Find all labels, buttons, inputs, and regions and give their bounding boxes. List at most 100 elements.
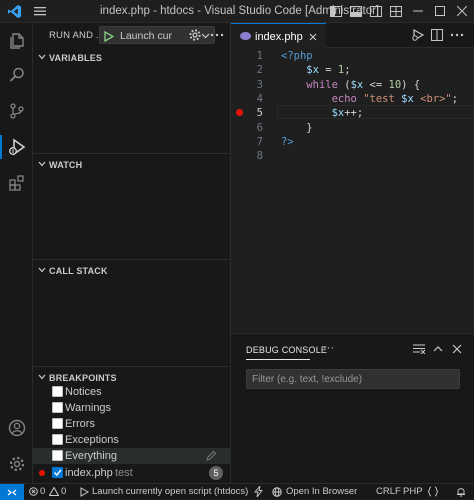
- breakpoints-title: BREAKPOINTS: [49, 373, 117, 383]
- accounts-icon[interactable]: [0, 412, 33, 444]
- layout-sidebar-icon[interactable]: [327, 3, 345, 19]
- checkbox[interactable]: [52, 418, 63, 429]
- line-number: 4: [256, 92, 263, 105]
- more-actions-icon[interactable]: [450, 28, 464, 42]
- errors-count[interactable]: 0: [40, 486, 45, 497]
- run-file-icon[interactable]: [411, 28, 425, 42]
- more-actions-icon[interactable]: [209, 28, 225, 42]
- line-number: 6: [256, 121, 263, 134]
- layout-secondary-icon[interactable]: [367, 3, 385, 19]
- warnings-icon[interactable]: [49, 487, 59, 496]
- run-debug-icon[interactable]: [0, 131, 33, 163]
- braces-icon[interactable]: [427, 486, 439, 497]
- variables-title: VARIABLES: [49, 53, 103, 63]
- edit-pencil-icon[interactable]: [205, 450, 217, 462]
- breakpoint-line-badge: 5: [209, 466, 223, 480]
- line-number: 8: [256, 150, 263, 163]
- tab-label: index.php: [255, 31, 303, 43]
- debug-console-panel: DEBUG CONSOLE ··· Filter (e.g. text, !ex…: [231, 333, 474, 483]
- maximize-panel-icon[interactable]: [432, 344, 444, 354]
- code-line[interactable]: <?php: [281, 50, 313, 62]
- code-line[interactable]: echo "test $x <br>";: [281, 93, 458, 105]
- run-debug-sidebar: RUN AND ... Launch cur VARIABLES WATCH C…: [33, 23, 231, 483]
- configure-gear-icon[interactable]: [188, 28, 202, 42]
- vscode-logo: [7, 4, 22, 19]
- eol-indicator[interactable]: CRLF: [376, 486, 401, 497]
- breakpoint-label: Errors: [65, 418, 95, 430]
- remote-indicator-icon[interactable]: [0, 484, 24, 500]
- extensions-icon[interactable]: [0, 167, 33, 199]
- tab-index-php[interactable]: index.php: [231, 23, 326, 48]
- php-file-icon: [240, 32, 251, 40]
- warnings-count[interactable]: 0: [61, 486, 66, 497]
- tab-debug-console[interactable]: DEBUG CONSOLE: [246, 345, 327, 355]
- watch-section-header[interactable]: WATCH: [33, 153, 231, 175]
- line-number: 2: [256, 64, 263, 77]
- breakpoint-file: index.php: [65, 467, 113, 479]
- launch-config-label: Launch cur: [120, 30, 172, 42]
- explorer-icon[interactable]: [0, 25, 33, 57]
- breakpoint-exceptions[interactable]: Exceptions: [33, 432, 231, 448]
- layout-panel-icon[interactable]: [347, 3, 365, 19]
- checkbox[interactable]: [52, 402, 63, 413]
- checkbox-checked[interactable]: [52, 467, 63, 478]
- breakpoint-label: Everything: [65, 450, 117, 462]
- breakpoint-dot-icon: [39, 470, 45, 476]
- errors-icon[interactable]: [29, 487, 38, 496]
- lightning-icon[interactable]: [254, 486, 263, 497]
- close-tab-icon[interactable]: [307, 31, 319, 43]
- line-number: 1: [256, 50, 263, 62]
- breakpoint-everything[interactable]: Everything: [33, 448, 231, 464]
- line-number: 7: [256, 135, 263, 148]
- checkbox[interactable]: [52, 386, 63, 397]
- start-debugging-icon[interactable]: [102, 29, 116, 43]
- breakpoint-label: Notices: [65, 386, 102, 398]
- code-line[interactable]: while ($x <= 10) {: [281, 79, 420, 91]
- active-tab-indicator: [246, 359, 310, 360]
- chevron-down-icon: [37, 265, 47, 275]
- search-icon[interactable]: [0, 59, 33, 91]
- browser-icon[interactable]: [272, 487, 282, 497]
- call-stack-section-header[interactable]: CALL STACK: [33, 259, 231, 281]
- breakpoint-label: Warnings: [65, 402, 112, 414]
- title-bar: index.php - htdocs - Visual Studio Code …: [0, 0, 474, 23]
- split-editor-icon[interactable]: [430, 28, 444, 42]
- watch-title: WATCH: [49, 160, 83, 170]
- notifications-bell-icon[interactable]: [456, 486, 466, 497]
- source-control-icon[interactable]: [0, 95, 33, 127]
- maximize-icon[interactable]: [431, 3, 449, 19]
- status-bar: 0 0 Launch currently open script (htdocs…: [0, 483, 474, 500]
- breakpoint-errors[interactable]: Errors: [33, 416, 231, 432]
- close-panel-icon[interactable]: [452, 344, 462, 354]
- breakpoint-warnings[interactable]: Warnings: [33, 400, 231, 416]
- code-line[interactable]: $x++;: [281, 107, 364, 119]
- minimize-icon[interactable]: [409, 3, 427, 19]
- variables-section-header[interactable]: VARIABLES: [33, 47, 231, 69]
- call-stack-title: CALL STACK: [49, 266, 108, 276]
- chevron-down-icon: [37, 52, 47, 62]
- code-editor[interactable]: 1 <?php 2 $x = 1; 3 while ($x <= 10) { 4 ech…: [231, 48, 474, 333]
- console-filter-input[interactable]: Filter (e.g. text, !exclude): [246, 369, 460, 389]
- code-line[interactable]: $x = 1;: [281, 64, 350, 76]
- settings-gear-icon[interactable]: [0, 448, 33, 480]
- checkbox[interactable]: [52, 450, 63, 461]
- checkbox[interactable]: [52, 434, 63, 445]
- debug-launch-icon[interactable]: [79, 487, 89, 497]
- breakpoint-folder: test: [115, 467, 133, 479]
- breakpoint-dot-icon[interactable]: [236, 109, 243, 116]
- customize-layout-icon[interactable]: [387, 3, 405, 19]
- open-in-browser[interactable]: Open In Browser: [286, 486, 357, 497]
- breakpoint-notices[interactable]: Notices: [33, 384, 231, 400]
- menu-icon[interactable]: [31, 3, 49, 19]
- line-number: 3: [256, 78, 263, 91]
- breakpoint-file-index[interactable]: index.php test 5: [33, 465, 231, 481]
- code-line[interactable]: ?>: [281, 136, 294, 148]
- run-debug-toolbar: RUN AND ... Launch cur: [33, 23, 231, 47]
- code-line[interactable]: }: [281, 122, 312, 134]
- launch-config-status[interactable]: Launch currently open script (htdocs): [92, 486, 248, 497]
- chevron-down-icon: [37, 372, 47, 382]
- language-indicator[interactable]: PHP: [403, 486, 423, 497]
- close-icon[interactable]: [453, 3, 471, 19]
- panel-more-tabs[interactable]: ···: [323, 342, 334, 354]
- clear-console-icon[interactable]: [413, 344, 425, 354]
